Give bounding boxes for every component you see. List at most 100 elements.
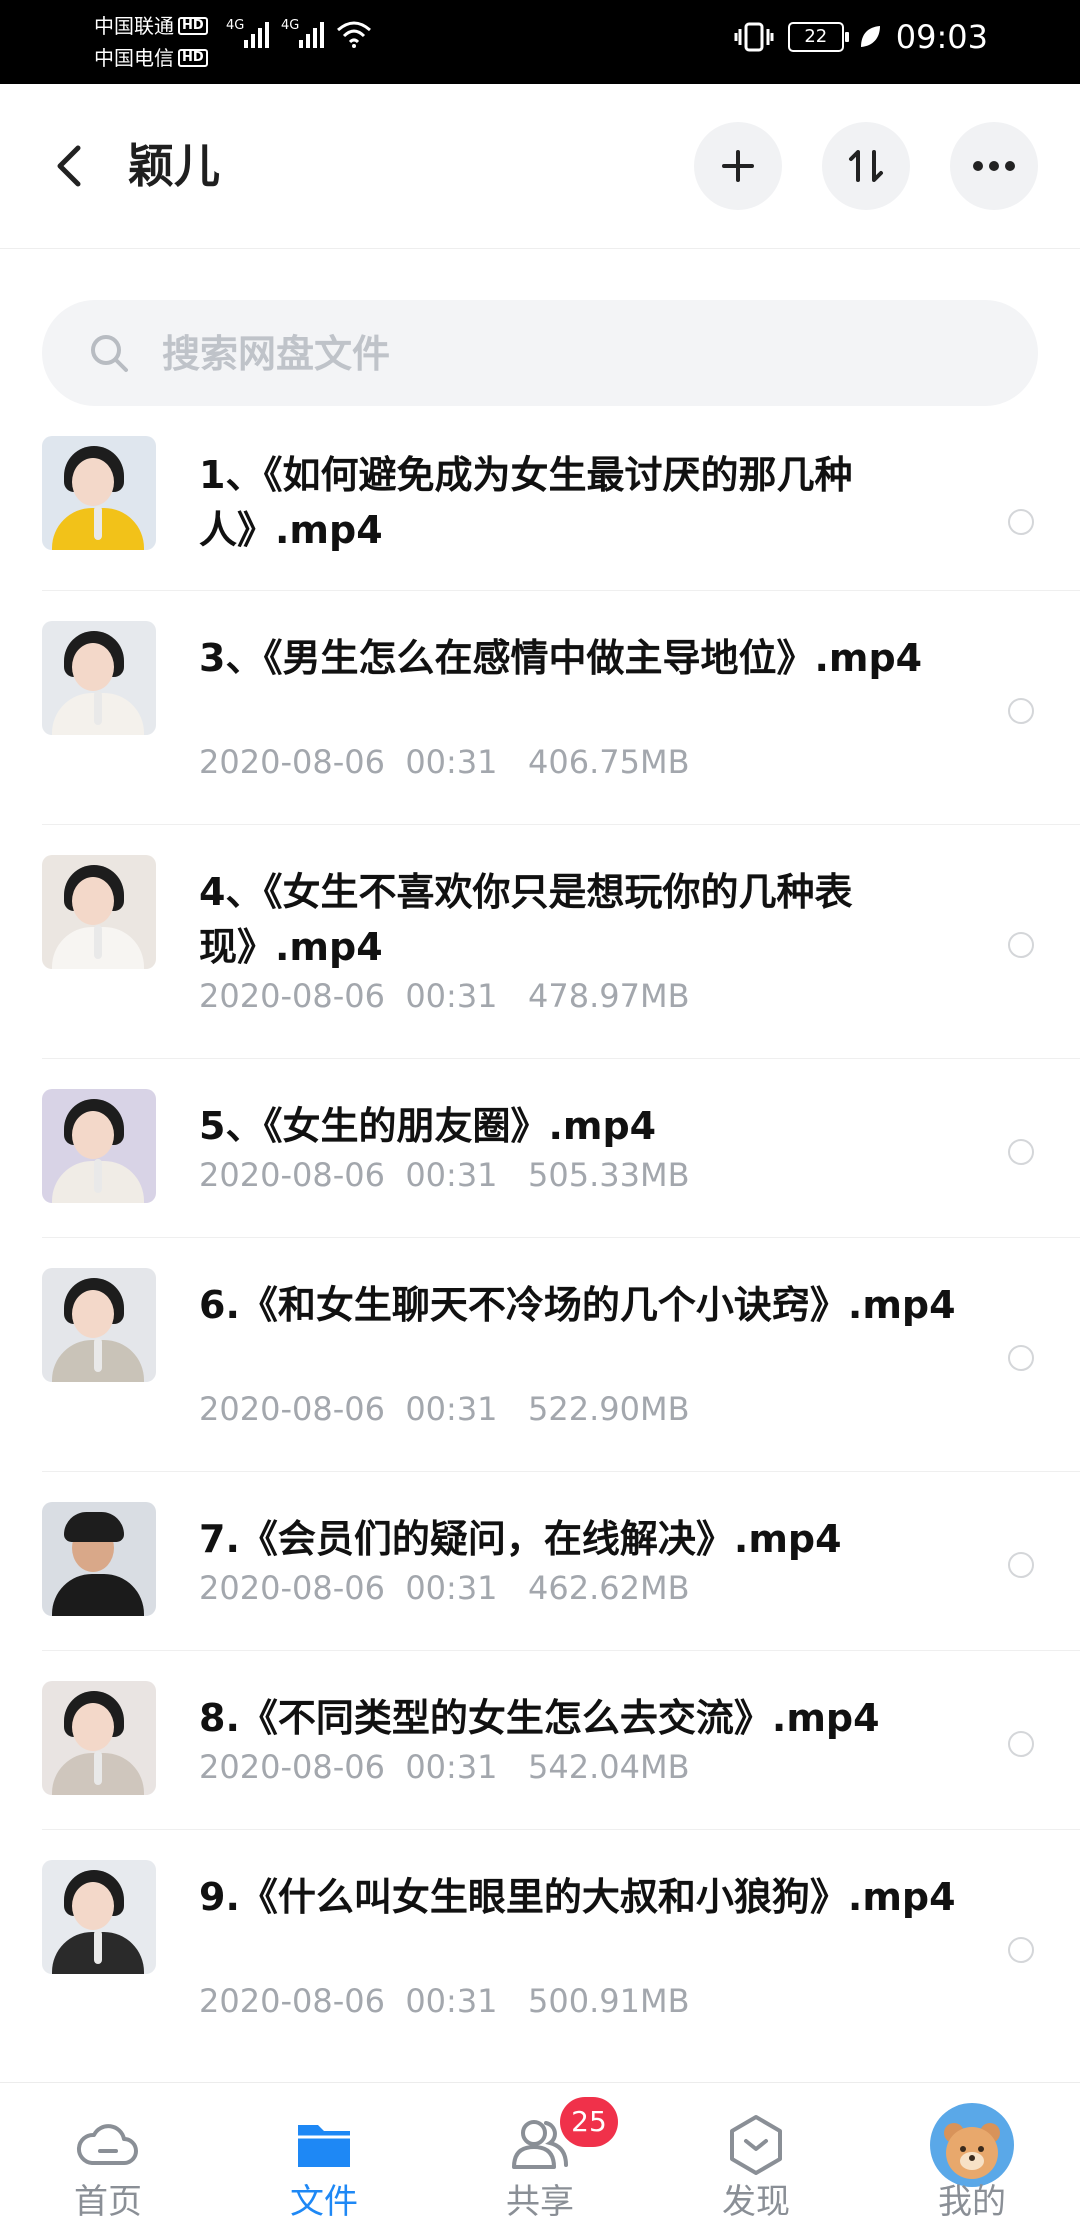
file-date: 2020-08-06 <box>199 1748 385 1786</box>
carrier-2: 中国电信 <box>94 46 174 70</box>
file-time: 00:31 <box>405 1748 498 1786</box>
file-size: 522.90MB <box>528 1390 690 1428</box>
file-name: 7.《会员们的疑问，在线解决》.mp4 <box>199 1517 842 1561</box>
list-item[interactable]: 1、《如何避免成为女生最讨厌的那几种人》.mp4 <box>42 426 1080 591</box>
file-meta: 2020-08-06 00:31 462.62MB <box>199 1568 690 1608</box>
nav-home[interactable]: 首页 <box>38 2083 178 2233</box>
file-time: 00:31 <box>405 1156 498 1194</box>
status-bar: 中国联通 HD 中国电信 HD 4G 4G 22 09:03 <box>0 0 1080 84</box>
nav-files[interactable]: 文件 <box>254 2083 394 2233</box>
battery-icon: 22 <box>787 22 849 52</box>
nav-home-label: 首页 <box>74 2182 142 2222</box>
carrier-info: 中国联通 HD 中国电信 HD <box>94 10 208 74</box>
file-date: 2020-08-06 <box>199 1982 385 2020</box>
hd-badge-2: HD <box>178 49 208 67</box>
select-radio[interactable] <box>1008 698 1034 724</box>
select-radio[interactable] <box>1008 1937 1034 1963</box>
leaf-icon <box>860 26 880 47</box>
file-date: 2020-08-06 <box>199 1156 385 1194</box>
file-time: 00:31 <box>405 1390 498 1428</box>
list-item[interactable]: 4、《女生不喜欢你只是想玩你的几种表现》.mp4 2020-08-06 00:3… <box>42 825 1080 1059</box>
search-bar[interactable] <box>42 300 1038 408</box>
file-size: 500.91MB <box>528 1982 690 2020</box>
video-thumbnail <box>42 1860 156 1974</box>
share-badge: 25 <box>560 2097 618 2147</box>
video-thumbnail <box>42 1681 156 1795</box>
nav-discover[interactable]: 发现 <box>686 2083 826 2233</box>
nav-mine-label: 我的 <box>938 2182 1006 2222</box>
list-item[interactable]: 7.《会员们的疑问，在线解决》.mp4 2020-08-06 00:31 462… <box>42 1472 1080 1651</box>
file-meta: 2020-08-06 00:31 542.04MB <box>199 1747 690 1787</box>
file-name: 8.《不同类型的女生怎么去交流》.mp4 <box>199 1696 880 1740</box>
sort-icon <box>849 150 883 182</box>
nav-share-label: 共享 <box>506 2182 574 2222</box>
file-size: 505.33MB <box>528 1156 690 1194</box>
select-radio[interactable] <box>1008 1139 1034 1165</box>
add-button[interactable] <box>694 122 782 210</box>
file-name: 6.《和女生聊天不冷场的几个小诀窍》.mp4 <box>199 1283 956 1327</box>
signal-indicators: 4G 4G <box>226 18 372 48</box>
select-radio[interactable] <box>1008 932 1034 958</box>
signal-icon-1: 4G <box>226 18 269 48</box>
nav-discover-label: 发现 <box>722 2182 790 2222</box>
file-time: 00:31 <box>405 1982 498 2020</box>
cloud-icon <box>76 2124 138 2165</box>
file-date: 2020-08-06 <box>199 743 385 781</box>
select-radio[interactable] <box>1008 509 1034 535</box>
list-item[interactable]: 5、《女生的朋友圈》.mp4 2020-08-06 00:31 505.33MB <box>42 1059 1080 1238</box>
file-name: 1、《如何避免成为女生最讨厌的那几种人》.mp4 <box>199 453 853 552</box>
sort-button[interactable] <box>822 122 910 210</box>
app-header: 颖儿 <box>0 84 1080 249</box>
file-size: 542.04MB <box>528 1748 690 1786</box>
video-thumbnail <box>42 436 156 550</box>
vibrate-icon <box>734 22 774 52</box>
list-item[interactable]: 6.《和女生聊天不冷场的几个小诀窍》.mp4 2020-08-06 00:31 … <box>42 1238 1080 1472</box>
select-radio[interactable] <box>1008 1345 1034 1371</box>
list-item[interactable]: 3、《男生怎么在感情中做主导地位》.mp4 2020-08-06 00:31 4… <box>42 591 1080 825</box>
list-item[interactable]: 9.《什么叫女生眼里的大叔和小狼狗》.mp4 2020-08-06 00:31 … <box>42 1830 1080 2063</box>
video-thumbnail <box>42 621 156 735</box>
search-icon <box>91 335 128 372</box>
nav-mine[interactable]: 我的 <box>902 2083 1042 2233</box>
chevron-left-icon <box>57 145 81 187</box>
file-name: 3、《男生怎么在感情中做主导地位》.mp4 <box>199 636 923 680</box>
file-time: 00:31 <box>405 743 498 781</box>
clock: 09:03 <box>895 18 988 56</box>
file-meta: 2020-08-06 00:31 522.90MB <box>199 1389 690 1429</box>
page-title: 颖儿 <box>128 139 220 193</box>
plus-icon <box>722 150 754 182</box>
avatar <box>930 2103 1014 2187</box>
wifi-icon <box>337 21 371 48</box>
select-radio[interactable] <box>1008 1552 1034 1578</box>
search-input[interactable] <box>160 300 984 408</box>
file-date: 2020-08-06 <box>199 1569 385 1607</box>
video-thumbnail <box>42 855 156 969</box>
nav-files-label: 文件 <box>290 2182 358 2222</box>
file-name: 5、《女生的朋友圈》.mp4 <box>199 1104 657 1148</box>
file-size: 406.75MB <box>528 743 690 781</box>
signal-icon-2: 4G <box>281 18 324 48</box>
file-meta: 2020-08-06 00:31 406.75MB <box>199 742 690 782</box>
video-thumbnail <box>42 1089 156 1203</box>
bottom-navigation: 首页 文件 25 共享 发现 我的 <box>0 2082 1080 2233</box>
bear-avatar-icon <box>944 2123 1000 2179</box>
carrier-1: 中国联通 <box>94 14 174 38</box>
file-list: 1、《如何避免成为女生最讨厌的那几种人》.mp4 3、《男生怎么在感情中做主导地… <box>0 426 1080 2063</box>
nav-share[interactable]: 25 共享 <box>470 2083 618 2233</box>
list-item[interactable]: 8.《不同类型的女生怎么去交流》.mp4 2020-08-06 00:31 54… <box>42 1651 1080 1830</box>
file-name: 4、《女生不喜欢你只是想玩你的几种表现》.mp4 <box>199 870 853 969</box>
discover-icon <box>730 2115 782 2175</box>
file-date: 2020-08-06 <box>199 977 385 1015</box>
status-right: 22 09:03 <box>734 18 988 56</box>
file-name: 9.《什么叫女生眼里的大叔和小狼狗》.mp4 <box>199 1875 956 1919</box>
file-date: 2020-08-06 <box>199 1390 385 1428</box>
more-button[interactable] <box>950 122 1038 210</box>
more-icon <box>973 161 1015 171</box>
folder-icon <box>298 2125 350 2167</box>
back-button[interactable] <box>48 136 92 196</box>
file-meta: 2020-08-06 00:31 478.97MB <box>199 976 690 1016</box>
select-radio[interactable] <box>1008 1731 1034 1757</box>
file-time: 00:31 <box>405 1569 498 1607</box>
hd-badge-1: HD <box>178 17 208 35</box>
video-thumbnail <box>42 1502 156 1616</box>
